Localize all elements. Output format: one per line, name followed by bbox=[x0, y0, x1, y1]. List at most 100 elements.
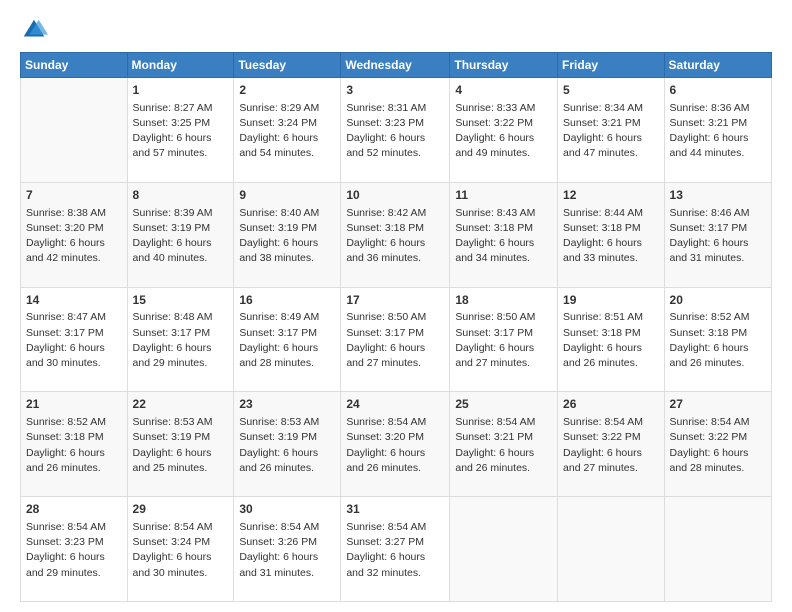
day-info: Sunrise: 8:39 AM Sunset: 3:19 PM Dayligh… bbox=[133, 206, 229, 267]
calendar-cell: 10 Sunrise: 8:42 AM Sunset: 3:18 PM Dayli… bbox=[341, 182, 450, 287]
calendar-cell bbox=[21, 78, 128, 183]
day-info: Sunrise: 8:34 AM Sunset: 3:21 PM Dayligh… bbox=[563, 101, 659, 162]
calendar-cell: 28 Sunrise: 8:54 AM Sunset: 3:23 PM Dayli… bbox=[21, 497, 128, 602]
calendar-week-row: 1 Sunrise: 8:27 AM Sunset: 3:25 PM Daylig… bbox=[21, 78, 772, 183]
weekday-header: Friday bbox=[558, 53, 665, 78]
day-info: Sunrise: 8:54 AM Sunset: 3:22 PM Dayligh… bbox=[563, 415, 659, 476]
day-info: Sunrise: 8:54 AM Sunset: 3:27 PM Dayligh… bbox=[346, 520, 444, 581]
day-number: 6 bbox=[670, 82, 766, 99]
calendar-header-row: SundayMondayTuesdayWednesdayThursdayFrid… bbox=[21, 53, 772, 78]
calendar-cell: 26 Sunrise: 8:54 AM Sunset: 3:22 PM Dayli… bbox=[558, 392, 665, 497]
weekday-header: Saturday bbox=[664, 53, 771, 78]
day-info: Sunrise: 8:52 AM Sunset: 3:18 PM Dayligh… bbox=[670, 310, 766, 371]
calendar-cell: 12 Sunrise: 8:44 AM Sunset: 3:18 PM Dayli… bbox=[558, 182, 665, 287]
day-number: 30 bbox=[239, 501, 335, 518]
logo bbox=[20, 16, 52, 44]
day-info: Sunrise: 8:50 AM Sunset: 3:17 PM Dayligh… bbox=[346, 310, 444, 371]
calendar-cell: 6Sunrise: 8:36 AM Sunset: 3:21 PM Daylig… bbox=[664, 78, 771, 183]
day-number: 26 bbox=[563, 396, 659, 413]
day-number: 9 bbox=[239, 187, 335, 204]
calendar-cell: 18Sunrise: 8:50 AM Sunset: 3:17 PM Dayli… bbox=[450, 287, 558, 392]
calendar-table: SundayMondayTuesdayWednesdayThursdayFrid… bbox=[20, 52, 772, 602]
calendar-cell: 20Sunrise: 8:52 AM Sunset: 3:18 PM Dayli… bbox=[664, 287, 771, 392]
day-number: 10 bbox=[346, 187, 444, 204]
day-info: Sunrise: 8:52 AM Sunset: 3:18 PM Dayligh… bbox=[26, 415, 122, 476]
calendar-cell: 15Sunrise: 8:48 AM Sunset: 3:17 PM Dayli… bbox=[127, 287, 234, 392]
day-number: 24 bbox=[346, 396, 444, 413]
weekday-header: Wednesday bbox=[341, 53, 450, 78]
day-number: 17 bbox=[346, 292, 444, 309]
calendar-cell: 23 Sunrise: 8:53 AM Sunset: 3:19 PM Dayli… bbox=[234, 392, 341, 497]
day-info: Sunrise: 8:54 AM Sunset: 3:21 PM Dayligh… bbox=[455, 415, 552, 476]
calendar-cell: 25 Sunrise: 8:54 AM Sunset: 3:21 PM Dayli… bbox=[450, 392, 558, 497]
day-number: 7 bbox=[26, 187, 122, 204]
day-info: Sunrise: 8:51 AM Sunset: 3:18 PM Dayligh… bbox=[563, 310, 659, 371]
calendar-cell: 30 Sunrise: 8:54 AM Sunset: 3:26 PM Dayli… bbox=[234, 497, 341, 602]
calendar-cell: 8 Sunrise: 8:39 AM Sunset: 3:19 PM Daylig… bbox=[127, 182, 234, 287]
day-number: 13 bbox=[670, 187, 766, 204]
calendar-cell: 31 Sunrise: 8:54 AM Sunset: 3:27 PM Dayli… bbox=[341, 497, 450, 602]
calendar-cell: 22 Sunrise: 8:53 AM Sunset: 3:19 PM Dayli… bbox=[127, 392, 234, 497]
day-info: Sunrise: 8:44 AM Sunset: 3:18 PM Dayligh… bbox=[563, 206, 659, 267]
weekday-header: Thursday bbox=[450, 53, 558, 78]
day-number: 14 bbox=[26, 292, 122, 309]
day-number: 5 bbox=[563, 82, 659, 99]
weekday-header: Sunday bbox=[21, 53, 128, 78]
calendar-cell: 29 Sunrise: 8:54 AM Sunset: 3:24 PM Dayli… bbox=[127, 497, 234, 602]
day-info: Sunrise: 8:54 AM Sunset: 3:22 PM Dayligh… bbox=[670, 415, 766, 476]
calendar-cell bbox=[450, 497, 558, 602]
calendar-cell: 16Sunrise: 8:49 AM Sunset: 3:17 PM Dayli… bbox=[234, 287, 341, 392]
calendar-cell: 19Sunrise: 8:51 AM Sunset: 3:18 PM Dayli… bbox=[558, 287, 665, 392]
day-info: Sunrise: 8:29 AM Sunset: 3:24 PM Dayligh… bbox=[239, 101, 335, 162]
day-info: Sunrise: 8:48 AM Sunset: 3:17 PM Dayligh… bbox=[133, 310, 229, 371]
day-info: Sunrise: 8:27 AM Sunset: 3:25 PM Dayligh… bbox=[133, 101, 229, 162]
weekday-header: Monday bbox=[127, 53, 234, 78]
calendar-week-row: 21Sunrise: 8:52 AM Sunset: 3:18 PM Dayli… bbox=[21, 392, 772, 497]
day-info: Sunrise: 8:54 AM Sunset: 3:26 PM Dayligh… bbox=[239, 520, 335, 581]
day-info: Sunrise: 8:46 AM Sunset: 3:17 PM Dayligh… bbox=[670, 206, 766, 267]
day-number: 11 bbox=[455, 187, 552, 204]
calendar-cell: 17Sunrise: 8:50 AM Sunset: 3:17 PM Dayli… bbox=[341, 287, 450, 392]
logo-icon bbox=[20, 16, 48, 44]
day-number: 19 bbox=[563, 292, 659, 309]
day-number: 29 bbox=[133, 501, 229, 518]
calendar-cell: 5 Sunrise: 8:34 AM Sunset: 3:21 PM Daylig… bbox=[558, 78, 665, 183]
calendar-cell: 21Sunrise: 8:52 AM Sunset: 3:18 PM Dayli… bbox=[21, 392, 128, 497]
day-number: 20 bbox=[670, 292, 766, 309]
calendar-cell: 2 Sunrise: 8:29 AM Sunset: 3:24 PM Daylig… bbox=[234, 78, 341, 183]
day-number: 25 bbox=[455, 396, 552, 413]
day-info: Sunrise: 8:54 AM Sunset: 3:20 PM Dayligh… bbox=[346, 415, 444, 476]
calendar-cell: 7 Sunrise: 8:38 AM Sunset: 3:20 PM Daylig… bbox=[21, 182, 128, 287]
day-info: Sunrise: 8:38 AM Sunset: 3:20 PM Dayligh… bbox=[26, 206, 122, 267]
day-info: Sunrise: 8:42 AM Sunset: 3:18 PM Dayligh… bbox=[346, 206, 444, 267]
day-number: 8 bbox=[133, 187, 229, 204]
page: SundayMondayTuesdayWednesdayThursdayFrid… bbox=[0, 0, 792, 612]
calendar-cell: 9 Sunrise: 8:40 AM Sunset: 3:19 PM Daylig… bbox=[234, 182, 341, 287]
calendar-cell: 3Sunrise: 8:31 AM Sunset: 3:23 PM Daylig… bbox=[341, 78, 450, 183]
day-info: Sunrise: 8:33 AM Sunset: 3:22 PM Dayligh… bbox=[455, 101, 552, 162]
calendar-cell: 24 Sunrise: 8:54 AM Sunset: 3:20 PM Dayli… bbox=[341, 392, 450, 497]
day-number: 22 bbox=[133, 396, 229, 413]
calendar-cell: 11Sunrise: 8:43 AM Sunset: 3:18 PM Dayli… bbox=[450, 182, 558, 287]
calendar-cell: 1 Sunrise: 8:27 AM Sunset: 3:25 PM Daylig… bbox=[127, 78, 234, 183]
calendar-week-row: 28 Sunrise: 8:54 AM Sunset: 3:23 PM Dayli… bbox=[21, 497, 772, 602]
day-info: Sunrise: 8:53 AM Sunset: 3:19 PM Dayligh… bbox=[133, 415, 229, 476]
day-info: Sunrise: 8:53 AM Sunset: 3:19 PM Dayligh… bbox=[239, 415, 335, 476]
day-info: Sunrise: 8:54 AM Sunset: 3:24 PM Dayligh… bbox=[133, 520, 229, 581]
day-number: 28 bbox=[26, 501, 122, 518]
day-number: 2 bbox=[239, 82, 335, 99]
day-number: 16 bbox=[239, 292, 335, 309]
day-number: 1 bbox=[133, 82, 229, 99]
day-info: Sunrise: 8:40 AM Sunset: 3:19 PM Dayligh… bbox=[239, 206, 335, 267]
calendar-week-row: 14Sunrise: 8:47 AM Sunset: 3:17 PM Dayli… bbox=[21, 287, 772, 392]
calendar-cell bbox=[558, 497, 665, 602]
day-number: 4 bbox=[455, 82, 552, 99]
header bbox=[20, 16, 772, 44]
day-info: Sunrise: 8:54 AM Sunset: 3:23 PM Dayligh… bbox=[26, 520, 122, 581]
day-number: 31 bbox=[346, 501, 444, 518]
day-number: 18 bbox=[455, 292, 552, 309]
day-info: Sunrise: 8:31 AM Sunset: 3:23 PM Dayligh… bbox=[346, 101, 444, 162]
day-info: Sunrise: 8:47 AM Sunset: 3:17 PM Dayligh… bbox=[26, 310, 122, 371]
day-number: 23 bbox=[239, 396, 335, 413]
day-number: 12 bbox=[563, 187, 659, 204]
